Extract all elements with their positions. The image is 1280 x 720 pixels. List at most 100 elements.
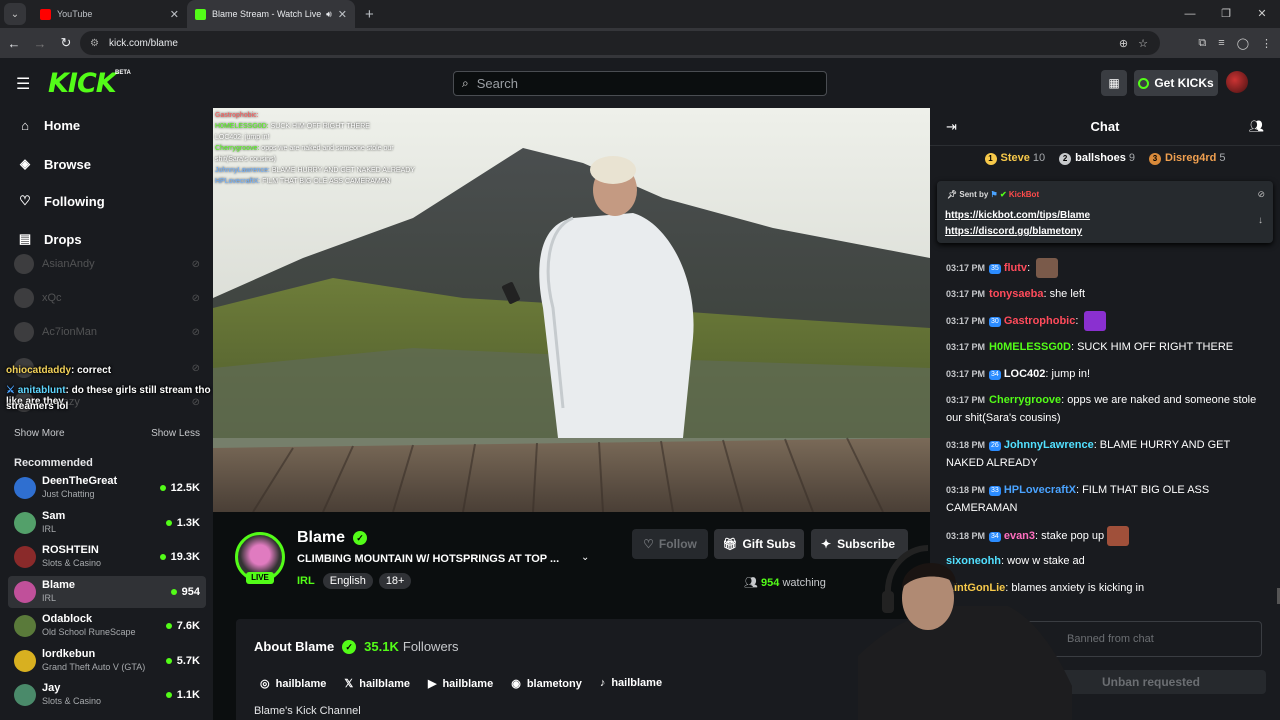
chat-users-icon[interactable]: 👥︎	[1249, 119, 1264, 133]
leaderboard-name: ballshoes	[1075, 152, 1126, 164]
stream-category[interactable]: IRL	[297, 575, 315, 587]
recommended-item[interactable]: ROSHTEIN Slots & Casino 19.3K	[8, 541, 206, 573]
speaker-icon[interactable]: 🔊︎	[326, 9, 332, 20]
nav-following[interactable]: ♡ Following	[18, 193, 104, 209]
following-item[interactable]: xQc ⊘	[14, 286, 200, 310]
home-icon: ⌂	[21, 118, 29, 133]
tab-title: YouTube	[57, 9, 93, 19]
recommended-item[interactable]: Jay Slots & Casino 1.1K	[8, 679, 206, 711]
social-link[interactable]: ◉ blametony	[511, 677, 582, 690]
chat-username[interactable]: Gastrophobic	[1004, 315, 1076, 327]
close-window-button[interactable]: ✕	[1244, 0, 1280, 28]
pinned-link[interactable]: https://discord.gg/blametony	[945, 226, 1082, 237]
tag-pill[interactable]: 18+	[378, 573, 412, 589]
pinned-link[interactable]: https://kickbot.com/tips/Blame	[945, 210, 1090, 221]
chat-username[interactable]: tonysaeba	[989, 288, 1043, 300]
social-link[interactable]: ◎ hailblame	[260, 677, 326, 690]
chat-username[interactable]: HPLovecraftX	[1004, 484, 1076, 496]
leaderboard-entry[interactable]: 1 Steve 10	[984, 152, 1045, 165]
leaderboard-entry[interactable]: 3 Disreg4rd 5	[1149, 152, 1225, 165]
chat-message: 03:18 PM 33 HPLovecraftX: FILM THAT BIG OL…	[946, 481, 1266, 517]
live-dot-icon	[165, 692, 172, 698]
back-button[interactable]: ←	[2, 36, 26, 51]
recommended-item[interactable]: lordkebun Grand Theft Auto V (GTA) 5.7K	[8, 645, 206, 677]
chat-username[interactable]: flutv	[1004, 262, 1027, 274]
streamer-name-row: Blame ✓	[297, 529, 368, 547]
tab-title: Blame Stream - Watch Live	[212, 9, 322, 19]
viewer-number: 954	[181, 586, 200, 598]
show-less-button[interactable]: Show Less	[151, 428, 200, 439]
new-tab-button[interactable]: +	[365, 6, 374, 23]
menu-dots-icon[interactable]: ⋮	[1261, 37, 1272, 50]
emote-icon	[1084, 311, 1107, 331]
leaderboard-entry[interactable]: 2 ballshoes 9	[1059, 152, 1135, 165]
zoom-icon[interactable]: ⊕	[1119, 37, 1128, 50]
nav-home[interactable]: ⌂ Home	[18, 118, 80, 133]
sub-badge-icon: 34	[989, 370, 1001, 380]
video-chat-user: Cherrygroove:	[215, 145, 260, 152]
search-icon: ⌕	[462, 76, 469, 90]
show-more-button[interactable]: Show More	[14, 428, 65, 439]
tab-search-button[interactable]: ⌄	[4, 3, 26, 25]
recommended-item[interactable]: Odablock Old School RuneScape 7.6K	[8, 610, 206, 642]
following-item[interactable]: Ac7ionMan ⊘	[14, 320, 200, 344]
social-link[interactable]: ▶ hailblame	[428, 677, 493, 690]
chat-username[interactable]: H0MELESSG0D	[989, 341, 1071, 353]
tag-pill[interactable]: English	[322, 573, 373, 589]
tab-kick[interactable]: Blame Stream - Watch Live 🔊︎ ✕	[187, 0, 355, 28]
kick-logo[interactable]: KICK	[48, 68, 117, 99]
close-icon[interactable]: ✕	[170, 8, 179, 21]
reload-button[interactable]: ↻	[54, 35, 78, 51]
discord-icon: ◉	[511, 678, 521, 690]
url-field[interactable]: ⚙ kick.com/blame ⊕ ☆	[80, 31, 1160, 55]
forward-button[interactable]: →	[28, 36, 52, 51]
streamer-name[interactable]: Blame	[297, 529, 345, 547]
chat-username[interactable]: LOC402	[1004, 368, 1046, 380]
leaderboard-count: 5	[1219, 152, 1226, 164]
hide-eye-icon[interactable]: ⊘	[1257, 189, 1265, 200]
bookmark-star-icon[interactable]: ☆	[1138, 37, 1148, 50]
about-description: Blame's Kick Channel	[254, 705, 361, 717]
chevron-down-icon[interactable]: ⌄	[581, 552, 589, 563]
user-avatar[interactable]	[1226, 71, 1248, 93]
emote-icon	[1036, 258, 1059, 278]
recommended-item[interactable]: Sam IRL 1.3K	[8, 507, 206, 539]
webcam-overlay	[858, 536, 1072, 720]
arrow-down-icon[interactable]: ↓	[1258, 215, 1263, 226]
gift-subs-button[interactable]: 🎁︎ Gift Subs	[714, 529, 804, 559]
extensions-icon[interactable]: ⧉	[1198, 37, 1206, 50]
social-link[interactable]: 𝕏hailblame	[344, 677, 410, 690]
nav-drops[interactable]: ▤ Drops	[18, 231, 82, 247]
profile-icon[interactable]: ◯	[1237, 37, 1249, 50]
channel-category: IRL	[42, 524, 57, 534]
x-icon: 𝕏	[344, 678, 354, 690]
layout-toggle-button[interactable]: ▦	[1101, 70, 1127, 96]
nav-browse[interactable]: ◈ Browse	[18, 156, 91, 172]
browser-tabbar: ⌄ YouTube ✕ Blame Stream - Watch Live 🔊︎…	[0, 0, 1280, 28]
hamburger-menu-icon[interactable]: ☰	[16, 74, 30, 94]
maximize-button[interactable]: ❐	[1208, 0, 1244, 28]
video-player[interactable]: Gastrophobic: H0MELESSG0D: SUCK HIM OFF R…	[213, 108, 930, 512]
recommended-item[interactable]: DeenTheGreat Just Chatting 12.5K	[8, 472, 206, 504]
social-link[interactable]: ♪ hailblame	[600, 677, 662, 690]
offline-icon: ⊘	[191, 362, 200, 374]
tab-youtube[interactable]: YouTube ✕	[32, 0, 187, 28]
media-icon[interactable]: ≡	[1218, 37, 1224, 49]
channel-category: Grand Theft Auto V (GTA)	[42, 662, 146, 672]
get-kicks-button[interactable]: Get KICKs	[1134, 70, 1218, 96]
site-info-icon[interactable]: ⚙	[90, 38, 99, 49]
chat-username[interactable]: JohnnyLawrence	[1004, 439, 1094, 451]
search-input[interactable]: ⌕ Search	[453, 71, 827, 96]
minimize-button[interactable]: —	[1172, 0, 1208, 28]
stream-tags: IRL English 18+	[297, 573, 412, 589]
close-icon[interactable]: ✕	[338, 8, 347, 21]
rank-badge-icon: 1	[984, 153, 997, 165]
follow-button[interactable]: ♡ Follow	[632, 529, 708, 559]
viewer-count: 12.5K	[159, 482, 200, 494]
recommended-item[interactable]: Blame IRL 954	[8, 576, 206, 608]
chat-username[interactable]: Cherrygroove	[989, 394, 1061, 406]
video-chat-user: Gastrophobic:	[215, 112, 259, 119]
video-chat-user: JohnnyLawrence:	[215, 167, 270, 174]
following-item[interactable]: AsianAndy ⊘	[14, 252, 200, 276]
avatar	[14, 581, 36, 603]
